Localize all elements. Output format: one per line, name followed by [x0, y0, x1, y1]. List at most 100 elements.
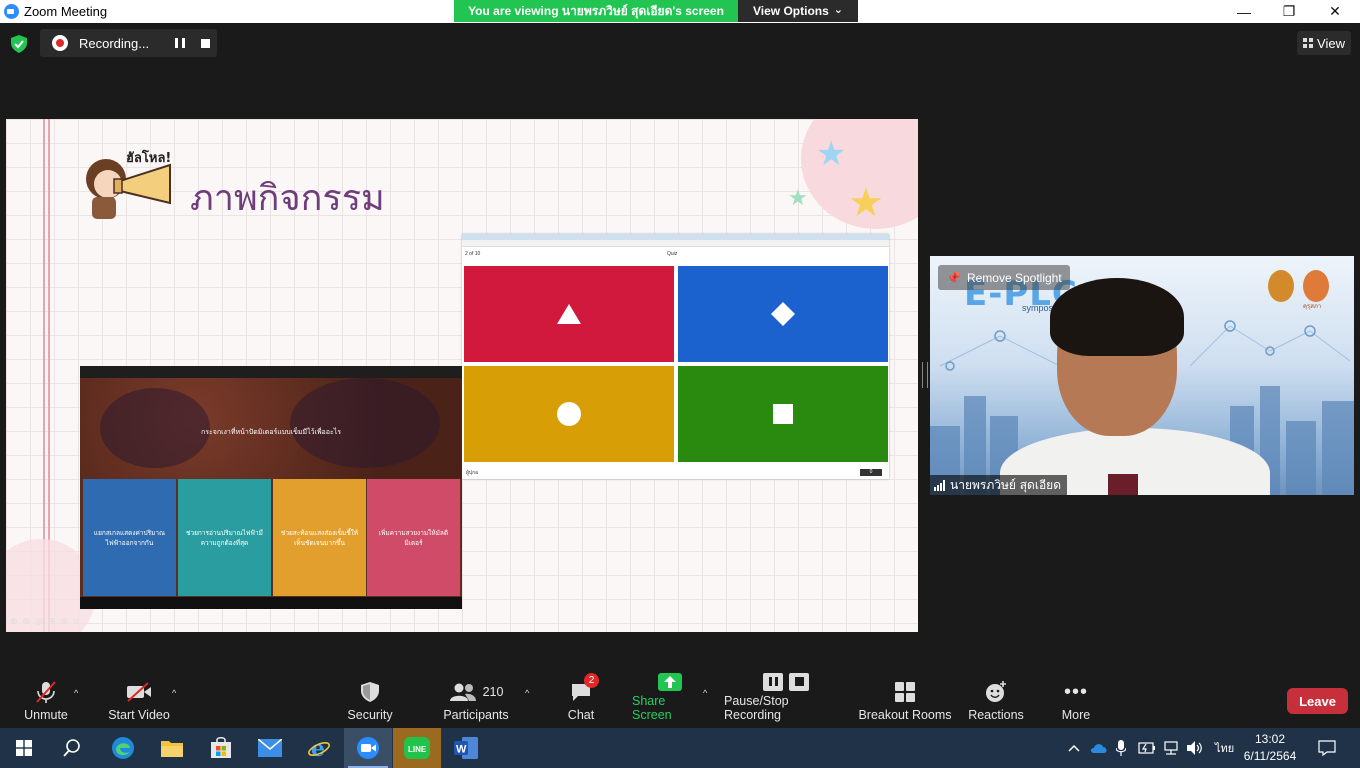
- participants-label: Participants: [443, 708, 509, 722]
- close-button[interactable]: ✕: [1312, 0, 1358, 23]
- zoom-app-icon: [4, 4, 19, 19]
- reactions-icon: [986, 681, 1006, 702]
- internet-explorer-icon[interactable]: e: [295, 728, 343, 768]
- start-video-label: Start Video: [108, 708, 170, 722]
- shared-screen[interactable]: ★ ★ ★ ฮัลโหล! ภาพกิจกรรม 2 of 10 Quiz ผู…: [6, 119, 918, 632]
- quiz-header: 2 of 10 Quiz: [462, 247, 889, 261]
- seal-icon: [1268, 270, 1294, 302]
- diamond-icon: [771, 302, 795, 326]
- power-battery-icon[interactable]: [1138, 728, 1156, 768]
- file-explorer-icon[interactable]: [148, 728, 196, 768]
- view-button[interactable]: View: [1297, 31, 1351, 55]
- quiz-window-titlebar: [80, 366, 462, 378]
- audio-options-caret-icon[interactable]: ^: [74, 688, 78, 698]
- quiz-answer-1: แยกสเกลแสดงค่าปริมาณไฟฟ้าออกจากกัน: [83, 479, 176, 596]
- pin-icon: 📌: [946, 270, 961, 285]
- security-label: Security: [347, 708, 393, 722]
- mail-icon[interactable]: [246, 728, 294, 768]
- answer-tile-circle: [464, 366, 674, 462]
- view-options-label: View Options: [752, 4, 829, 18]
- pause-stop-recording-label: Pause/Stop Recording: [724, 694, 789, 722]
- security-button[interactable]: Security: [344, 672, 396, 728]
- participant-name: นายพรภวิษย์ สุดเอียด: [950, 477, 1061, 492]
- input-language[interactable]: ไทย: [1215, 728, 1234, 768]
- answer-tile-triangle: [464, 266, 674, 362]
- share-options-caret-icon[interactable]: ^: [703, 688, 707, 698]
- pause-stop-recording-button[interactable]: Pause/Stop Recording: [724, 672, 848, 728]
- breakout-rooms-button[interactable]: Breakout Rooms: [858, 672, 952, 728]
- chat-button[interactable]: 2 Chat: [563, 672, 599, 728]
- minimize-button[interactable]: —: [1221, 0, 1267, 23]
- participants-button[interactable]: 210 Participants: [442, 672, 510, 728]
- meeting-toolbar: Unmute ^ Start Video ^ Security 210 Part…: [0, 672, 1360, 728]
- share-screen-label: Share Screen: [632, 694, 672, 722]
- circle-icon: [557, 402, 581, 426]
- unmute-button[interactable]: Unmute: [20, 672, 72, 728]
- viewing-banner: You are viewing นายพรภวิษย์ สุดเอียด's s…: [454, 0, 738, 22]
- video-options-caret-icon[interactable]: ^: [172, 688, 176, 698]
- chevron-down-icon: ⌄: [833, 3, 843, 16]
- participant-video[interactable]: E-PLC symposium คุรุสภา 📌 Remove Spotlig…: [930, 256, 1354, 495]
- network-icon[interactable]: [1162, 728, 1180, 768]
- notifications-icon[interactable]: [1318, 728, 1336, 768]
- zoom-taskbar-icon[interactable]: [344, 728, 392, 768]
- unmute-label: Unmute: [24, 708, 68, 722]
- more-button[interactable]: ••• More: [1056, 672, 1096, 728]
- quiz-footer-left: ผู้ปุกอ: [466, 469, 479, 476]
- stop-recording-icon[interactable]: [201, 38, 210, 48]
- svg-text:W: W: [456, 744, 467, 756]
- scene-shape: [290, 378, 440, 468]
- leave-button[interactable]: Leave: [1287, 688, 1348, 714]
- view-options-button[interactable]: View Options ⌄: [738, 0, 858, 22]
- onedrive-icon[interactable]: [1090, 728, 1108, 768]
- shield-icon: [361, 682, 379, 702]
- breakout-rooms-icon: [895, 682, 915, 702]
- quiz-answer-4: เพิ่มความสวยงามให้มัลติมิเตอร์: [367, 479, 460, 596]
- quiz-question-text: กระจกเงาที่หน้าปัดมิเตอร์แบบเข็มมีไว้เพื…: [201, 428, 341, 436]
- line-app-icon[interactable]: LINE: [393, 728, 441, 768]
- window-title: Zoom Meeting: [24, 4, 108, 19]
- slide-hello-text: ฮัลโหล!: [126, 151, 172, 166]
- microsoft-store-icon[interactable]: [197, 728, 245, 768]
- microphone-tray-icon[interactable]: [1116, 728, 1126, 768]
- slide-heading: ภาพกิจกรรม: [190, 178, 385, 219]
- splitter-handle[interactable]: [922, 362, 928, 388]
- restore-button[interactable]: ❐: [1266, 0, 1312, 23]
- quiz-bottom-bar: [80, 597, 462, 609]
- svg-text:LINE: LINE: [408, 745, 427, 754]
- answer-tile-square: [678, 366, 888, 462]
- chat-label: Chat: [567, 708, 595, 722]
- square-icon: [773, 404, 793, 424]
- video-off-icon: [127, 682, 151, 702]
- share-screen-icon: [658, 672, 682, 691]
- system-clock[interactable]: 13:02 6/11/2564: [1240, 731, 1300, 765]
- star-icon: ★: [848, 181, 884, 225]
- share-screen-button[interactable]: Share Screen: [632, 672, 708, 728]
- seal-icon: [1303, 270, 1329, 302]
- recording-indicator: Recording...: [40, 29, 217, 57]
- word-icon[interactable]: W: [442, 728, 490, 768]
- slide-controls[interactable]: ⊕⊖◎⊞⊛○: [10, 616, 83, 627]
- grid-icon: [1303, 38, 1314, 48]
- remove-spotlight-label: Remove Spotlight: [966, 270, 1062, 285]
- volume-icon[interactable]: [1186, 728, 1204, 768]
- remove-spotlight-button[interactable]: 📌 Remove Spotlight: [938, 265, 1070, 290]
- recording-label: Recording...: [79, 35, 150, 51]
- search-icon[interactable]: [48, 728, 96, 768]
- pause-recording-icon[interactable]: [175, 38, 185, 48]
- chat-unread-badge: 2: [584, 673, 599, 688]
- show-hidden-icons-caret[interactable]: [1068, 728, 1080, 768]
- quiz-footer: ผู้ปุกอ 0: [462, 466, 889, 479]
- stop-icon: [789, 672, 809, 691]
- reactions-button[interactable]: Reactions: [966, 672, 1026, 728]
- edge-browser-icon[interactable]: [99, 728, 147, 768]
- participants-caret-icon[interactable]: ^: [525, 688, 529, 698]
- start-video-button[interactable]: Start Video: [106, 672, 172, 728]
- answer-tile-diamond: [678, 266, 888, 362]
- windows-start-icon[interactable]: [0, 728, 48, 768]
- security-shield-icon[interactable]: [11, 35, 27, 53]
- view-label: View: [1317, 35, 1345, 51]
- reactions-label: Reactions: [968, 708, 1024, 722]
- window-titlebar: Zoom Meeting You are viewing นายพรภวิษย์…: [0, 0, 1360, 23]
- more-label: More: [1061, 708, 1091, 722]
